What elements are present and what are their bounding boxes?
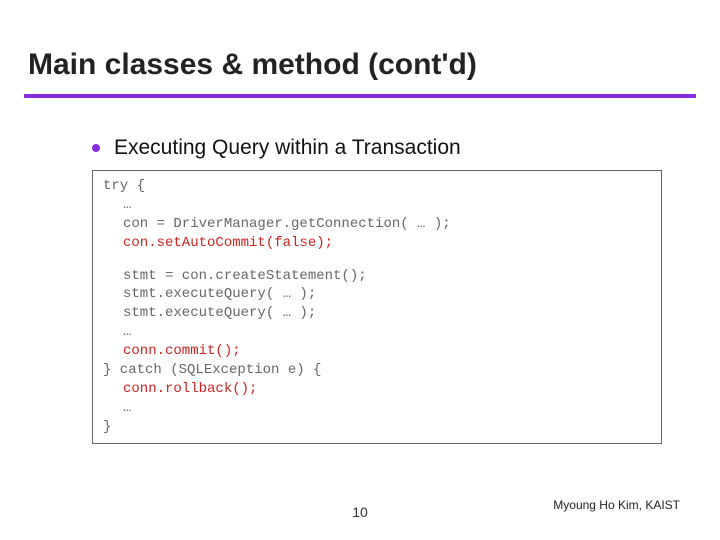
code-line: …: [103, 323, 651, 342]
bullet-icon: [92, 144, 100, 152]
code-line: }: [103, 419, 111, 435]
code-line: } catch (SQLException e) {: [103, 362, 321, 378]
slide: Main classes & method (cont'd) Executing…: [0, 0, 720, 540]
code-blank: [103, 253, 651, 267]
code-line-red: conn.commit();: [103, 342, 651, 361]
code-line: try {: [103, 178, 145, 194]
code-block: try { … con = DriverManager.getConnectio…: [92, 170, 662, 444]
code-line: stmt.executeQuery( … );: [103, 304, 651, 323]
code-line: con = DriverManager.getConnection( … );: [103, 215, 651, 234]
code-line: stmt.executeQuery( … );: [103, 285, 651, 304]
bullet-item: Executing Query within a Transaction: [92, 136, 461, 160]
code-line-red: con.setAutoCommit(false);: [103, 234, 651, 253]
title-underline: [24, 94, 696, 98]
code-line: …: [103, 196, 651, 215]
bullet-text: Executing Query within a Transaction: [114, 136, 461, 160]
code-line: stmt = con.createStatement();: [103, 267, 651, 286]
footer-author: Myoung Ho Kim, KAIST: [553, 498, 680, 512]
code-line-red: conn.rollback();: [103, 380, 651, 399]
slide-title: Main classes & method (cont'd): [28, 48, 477, 82]
code-line: …: [103, 399, 651, 418]
